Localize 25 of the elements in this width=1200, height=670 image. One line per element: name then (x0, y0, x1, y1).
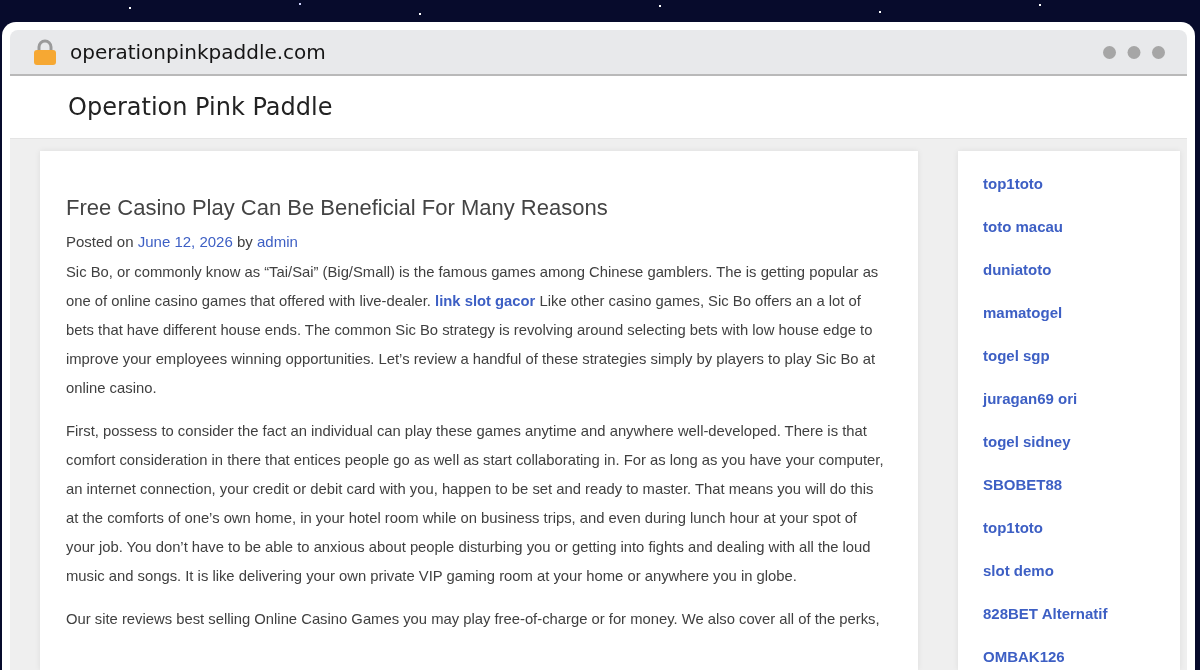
post-title[interactable]: Free Casino Play Can Be Beneficial For Many Reasons (66, 195, 608, 221)
article-paragraph: First, possess to consider the fact an individual can play these games anytime and anywhere well-developed. There is that comfort consideration in there that entices people go as well as start collaborating in. For as long as you have your computer, an internet connection, your credit or debit card with you, happen to be set and ready to master. That means you will do this at the comforts of one’s own home, in your hotel room while on business trips, and even during lunch hour at your spot of your job. You don’t have to be able to anxious about people disturbing you or getting into fights and dealing with all the loud music and songs. It is like delivering your own private VIP gaming room at your home or anywhere you in globe. (66, 422, 885, 586)
sidebar-link[interactable]: top1toto (983, 173, 1043, 195)
url-text: operationpinkpaddle.com (70, 40, 326, 64)
address-bar[interactable]: operationpinkpaddle.com (10, 30, 1187, 76)
sidebar-link[interactable]: 828BET Alternatif (983, 603, 1108, 625)
post-meta: Posted on June 12, 2026 by admin (66, 233, 299, 250)
article-link[interactable]: link slot gacor (435, 293, 536, 309)
sidebar-link[interactable]: OMBAK126 (983, 646, 1065, 668)
three-dots-icon[interactable] (1103, 45, 1165, 59)
site-title[interactable]: Operation Pink Paddle (68, 93, 333, 121)
meta-link[interactable]: admin (257, 233, 298, 250)
article-paragraph: Our site reviews best selling Online Casino Games you may play free-of-charge or for money. We also cover all of the perks, (66, 610, 881, 629)
sidebar-link[interactable]: slot demo (983, 560, 1054, 582)
sidebar-link[interactable]: top1toto (983, 517, 1043, 539)
sidebar-link[interactable]: duniatoto (983, 259, 1052, 281)
lock-icon (34, 39, 56, 65)
sidebar-link[interactable]: juragan69 ori (983, 388, 1078, 410)
sidebar-link[interactable]: mamatogel (983, 302, 1063, 324)
sidebar-link[interactable]: SBOBET88 (983, 474, 1063, 496)
sidebar-link[interactable]: togel sgp (983, 345, 1050, 367)
sidebar-link[interactable]: togel sidney (983, 431, 1071, 453)
sidebar-link[interactable]: toto macau (983, 216, 1063, 238)
article-paragraph: Sic Bo, or commonly know as “Tai/Sai” (Big/Small) is the famous games among Chinese gamblers. The is getting popular as one of online casino games that offered with live-dealer. link slot gacor Like other casino games, Sic Bo offers an a lot of bets that have different house ends. The common Sic Bo strategy is revolving around selecting bets with low house edge to improve your employees winning opportunities. Let’s review a handful of these strategies simply by players to play Sic Bo at online casino. (66, 263, 880, 398)
meta-link[interactable]: June 12, 2026 (137, 233, 233, 250)
